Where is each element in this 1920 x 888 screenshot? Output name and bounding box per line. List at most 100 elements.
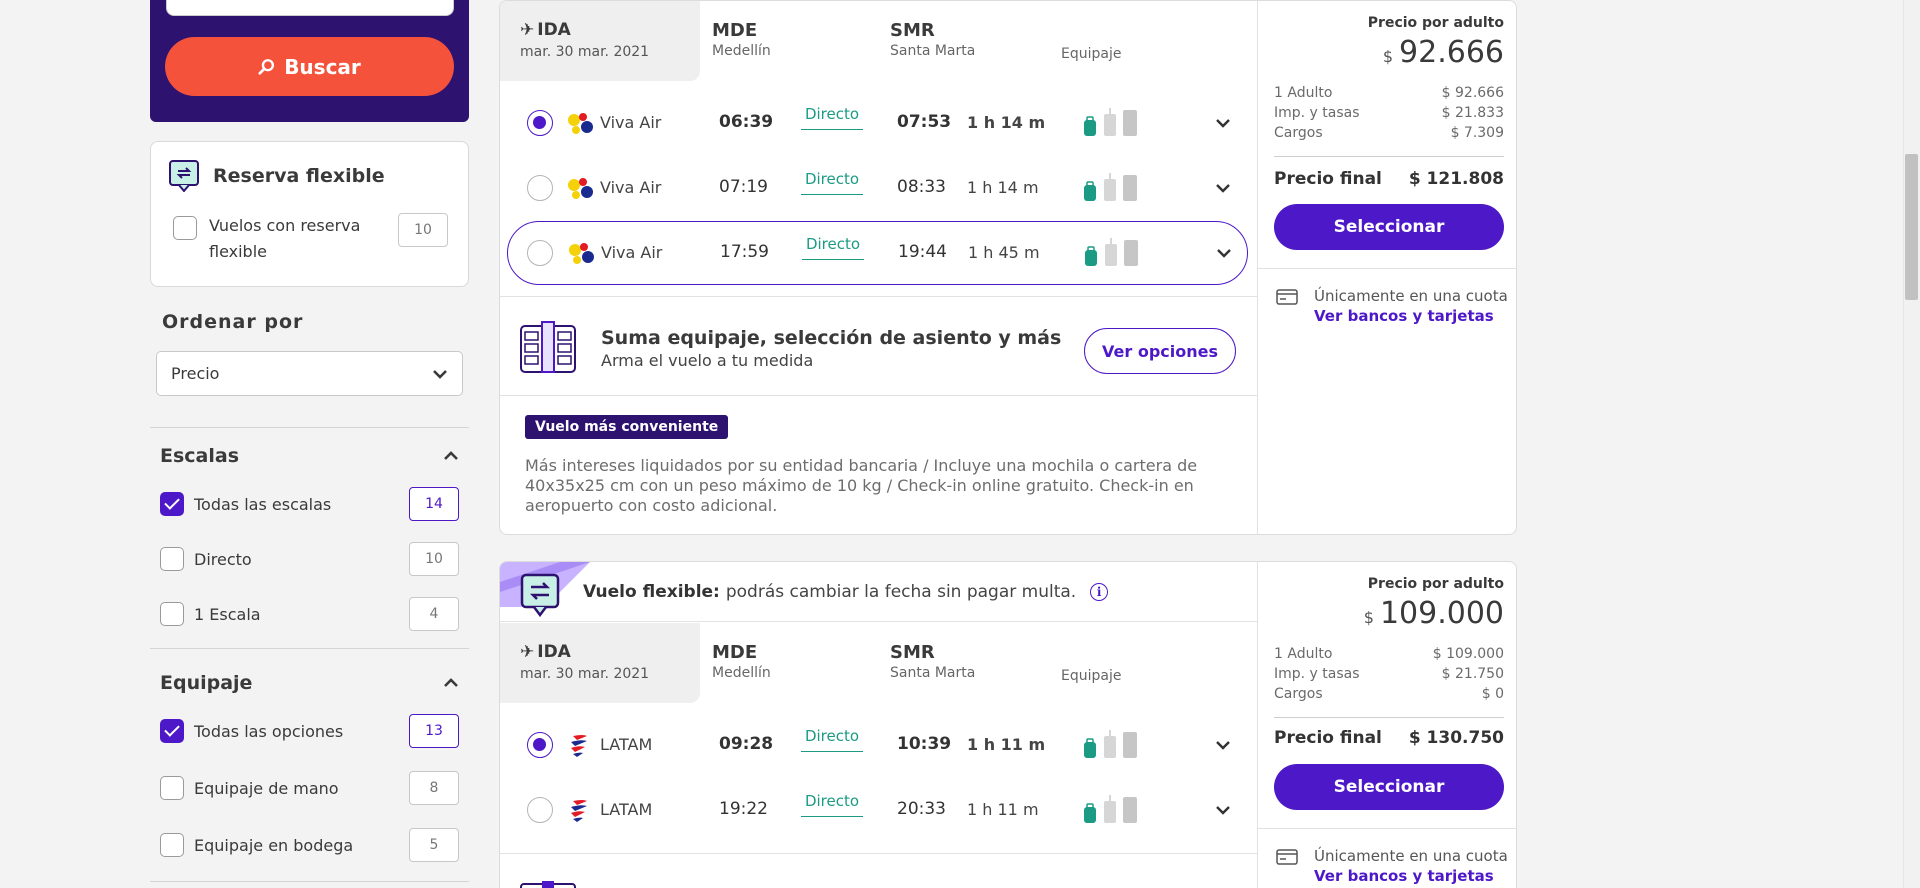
price-row-value: $ 21.750 xyxy=(1441,666,1504,682)
origin-code: MDE xyxy=(712,20,758,41)
search-input[interactable] xyxy=(166,0,454,16)
installment-text: Únicamente en una cuota xyxy=(1314,287,1508,305)
price-row-label: Cargos xyxy=(1274,686,1323,702)
final-price-label: Precio final xyxy=(1274,169,1382,189)
select-button[interactable]: Seleccionar xyxy=(1274,204,1504,250)
destination: SMR Santa Marta xyxy=(890,20,975,59)
checkbox[interactable] xyxy=(160,547,184,571)
destination-city: Santa Marta xyxy=(890,43,976,59)
convenience-badge: Vuelo más conveniente xyxy=(525,415,729,439)
chevron-down-icon[interactable] xyxy=(1215,802,1231,818)
chevron-down-icon[interactable] xyxy=(1215,115,1231,131)
flight-option[interactable]: Viva Air 17:59 Directo 19:44 1 h 45 m xyxy=(507,221,1248,285)
price-per-adult-label: Precio por adulto xyxy=(1367,576,1504,592)
checkbox[interactable] xyxy=(160,719,184,743)
airline-name: LATAM xyxy=(600,735,653,754)
baggage-header: Equipaje xyxy=(1061,46,1122,62)
checkbox[interactable] xyxy=(160,492,184,516)
baggage-filter-title: Equipaje xyxy=(160,672,253,694)
flexible-flight-banner: Vuelo flexible: podrás cambiar la fecha … xyxy=(500,562,1257,622)
checkbox[interactable] xyxy=(160,833,184,857)
price-row-label: Imp. y tasas xyxy=(1274,105,1360,121)
flight-type[interactable]: Directo xyxy=(801,727,863,752)
direction-tab: ✈ IDA mar. 30 mar. 2021 xyxy=(500,1,700,81)
price-row: Cargos $ 0 xyxy=(1274,686,1504,702)
price-panel: Precio por adulto $ 109.000 1 Adulto $ 10… xyxy=(1257,562,1516,888)
price-row-value: $ 0 xyxy=(1481,686,1504,702)
stops-option-one-stop[interactable]: 1 Escala 4 xyxy=(160,597,459,631)
sort-selected-value: Precio xyxy=(171,364,220,383)
flight-radio[interactable] xyxy=(527,240,553,266)
baggage-icons xyxy=(1084,173,1137,201)
installment-info: Únicamente en una cuota Ver bancos y tar… xyxy=(1258,828,1516,888)
final-price-value: $ 130.750 xyxy=(1408,728,1504,748)
chevron-down-icon xyxy=(433,369,447,379)
flight-option[interactable]: Viva Air 07:19 Directo 08:33 1 h 14 m xyxy=(507,156,1248,220)
airline-name: LATAM xyxy=(600,800,653,819)
flight-option[interactable]: LATAM 19:22 Directo 20:33 1 h 11 m xyxy=(507,778,1248,842)
departure-time: 07:19 xyxy=(719,177,768,197)
banks-link[interactable]: Ver bancos y tarjetas xyxy=(1314,867,1494,885)
convenience-section: Vuelo más conveniente Más intereses liqu… xyxy=(500,396,1257,534)
origin-city: Medellín xyxy=(712,43,771,59)
sort-title: Ordenar por xyxy=(162,311,304,333)
airline-name: Viva Air xyxy=(601,243,663,262)
baggage-filter-header[interactable]: Equipaje xyxy=(150,668,469,698)
search-panel: Buscar xyxy=(150,0,469,122)
credit-card-icon xyxy=(1276,849,1298,865)
origin: MDE Medellín xyxy=(712,642,771,681)
flight-type[interactable]: Directo xyxy=(801,792,863,817)
search-icon xyxy=(258,58,275,75)
stops-option-direct[interactable]: Directo 10 xyxy=(160,542,459,576)
checkbox[interactable] xyxy=(160,776,184,800)
select-button[interactable]: Seleccionar xyxy=(1274,764,1504,810)
flight-duration: 1 h 14 m xyxy=(967,113,1046,132)
flexible-booking-title: Reserva flexible xyxy=(213,165,385,187)
checkbox[interactable] xyxy=(160,602,184,626)
stops-option-all[interactable]: Todas las escalas 14 xyxy=(160,487,459,521)
baggage-option-hold[interactable]: Equipaje en bodega 5 xyxy=(160,828,459,862)
option-label: Equipaje de mano xyxy=(194,778,339,798)
origin: MDE Medellín xyxy=(712,20,771,59)
info-icon[interactable]: i xyxy=(1090,583,1109,601)
stops-filter-header[interactable]: Escalas xyxy=(150,441,469,471)
sort-select[interactable]: Precio xyxy=(156,351,463,396)
chevron-down-icon[interactable] xyxy=(1216,245,1232,261)
final-price: Precio final $ 130.750 xyxy=(1274,728,1504,748)
seat-map-icon xyxy=(520,881,576,888)
flight-option[interactable]: LATAM 09:28 Directo 10:39 1 h 11 m xyxy=(507,713,1248,777)
see-options-button[interactable]: Ver opciones xyxy=(1084,328,1236,374)
flight-radio[interactable] xyxy=(527,732,553,758)
scrollbar-thumb[interactable] xyxy=(1905,154,1918,300)
flight-type[interactable]: Directo xyxy=(802,235,864,260)
banks-link[interactable]: Ver bancos y tarjetas xyxy=(1314,307,1494,325)
stops-filter: Escalas Todas las escalas 14 Directo 10 … xyxy=(150,441,469,641)
destination-code: SMR xyxy=(890,20,935,41)
departure-time: 19:22 xyxy=(719,799,768,819)
arrival-time: 07:53 xyxy=(897,112,952,132)
divider xyxy=(500,853,1257,854)
chevron-down-icon[interactable] xyxy=(1215,737,1231,753)
flexible-booking-filter: Reserva flexible Vuelos con reserva flex… xyxy=(150,141,469,287)
flight-option[interactable]: Viva Air 06:39 Directo 07:53 1 h 14 m xyxy=(507,91,1248,155)
scrollbar[interactable] xyxy=(1903,0,1920,888)
search-button[interactable]: Buscar xyxy=(165,37,454,96)
chevron-down-icon[interactable] xyxy=(1215,180,1231,196)
flight-date: mar. 30 mar. 2021 xyxy=(520,44,650,60)
arrival-time: 20:33 xyxy=(897,799,946,819)
baggage-option-all[interactable]: Todas las opciones 13 xyxy=(160,714,459,748)
destination: SMR Santa Marta xyxy=(890,642,975,681)
airline-name: Viva Air xyxy=(600,178,662,197)
baggage-option-hand[interactable]: Equipaje de mano 8 xyxy=(160,771,459,805)
flight-type[interactable]: Directo xyxy=(801,170,863,195)
flight-radio[interactable] xyxy=(527,797,553,823)
flexible-booking-checkbox[interactable] xyxy=(173,216,197,240)
arrival-time: 19:44 xyxy=(898,242,947,262)
price-row-label: 1 Adulto xyxy=(1274,85,1333,101)
flight-radio[interactable] xyxy=(527,110,553,136)
destination-city: Santa Marta xyxy=(890,665,976,681)
flight-type[interactable]: Directo xyxy=(801,105,863,130)
flight-radio[interactable] xyxy=(527,175,553,201)
arrival-time: 10:39 xyxy=(897,734,952,754)
baggage-icons xyxy=(1085,238,1138,266)
